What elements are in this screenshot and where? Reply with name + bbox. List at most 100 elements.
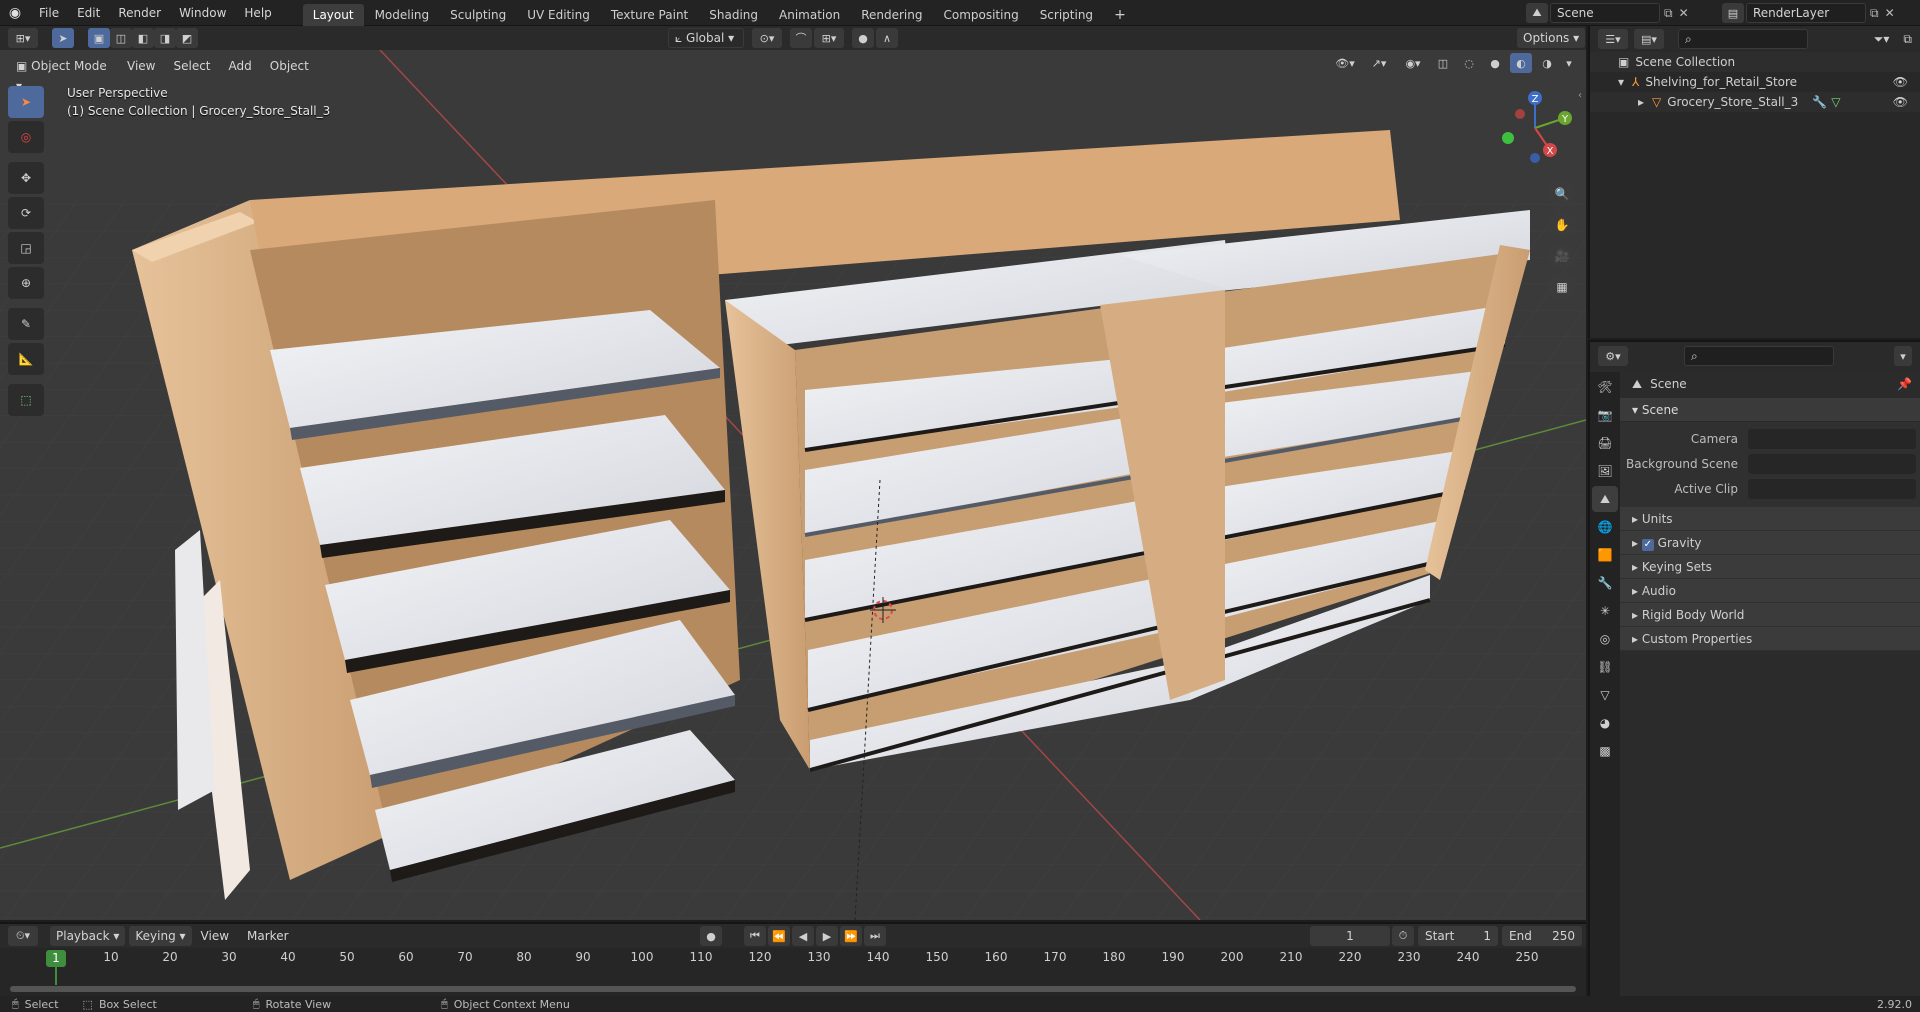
editor-type-icon[interactable]: ⊞▾ (8, 28, 38, 48)
camera-view-icon[interactable]: 🎥 (1548, 242, 1576, 270)
tab-sculpting[interactable]: Sculpting (440, 4, 516, 26)
custom-properties-panel-header[interactable]: ▸ Custom Properties (1620, 627, 1920, 651)
navigation-gizmo[interactable]: Z Y X (1490, 86, 1580, 166)
cursor-tool-icon[interactable]: ◎ (8, 121, 44, 153)
background-scene-field[interactable] (1748, 453, 1916, 474)
timeline-menu-view[interactable]: View (192, 923, 238, 949)
scene-tab-icon[interactable]: ⛰ (1592, 486, 1618, 512)
options-dropdown[interactable]: Options ▾ (1517, 28, 1586, 48)
jump-end-icon[interactable]: ⏭ (864, 926, 886, 946)
snap-target-icon[interactable]: ⊞▾ (814, 28, 844, 48)
tab-scripting[interactable]: Scripting (1030, 4, 1103, 26)
physics-tab-icon[interactable]: ◎ (1592, 626, 1618, 652)
overlay-icon[interactable]: ◉▾ (1398, 53, 1428, 73)
menu-file[interactable]: File (30, 0, 68, 26)
rigid-body-panel-header[interactable]: ▸ Rigid Body World (1620, 603, 1920, 627)
select-invert-icon[interactable]: ◨ (154, 28, 176, 48)
eye-icon[interactable]: 👁 (1893, 75, 1908, 89)
pivot-point-icon[interactable]: ⊙▾ (752, 28, 782, 48)
start-frame-field[interactable]: Start 1 (1418, 926, 1498, 946)
wrench-modifier-icon[interactable]: 🔧 (1812, 95, 1827, 109)
jump-start-icon[interactable]: ⏮ (744, 926, 766, 946)
next-keyframe-icon[interactable]: ⏩ (840, 926, 862, 946)
rotate-tool-icon[interactable]: ⟳ (8, 197, 44, 229)
collapse-arrow-icon[interactable]: ▸ (1638, 95, 1652, 109)
tab-modeling[interactable]: Modeling (365, 4, 440, 26)
proportional-edit-icon[interactable]: ● (852, 28, 874, 48)
properties-options-icon[interactable]: ▾ (1894, 346, 1912, 366)
visibility-icon[interactable]: 👁▾ (1330, 53, 1360, 73)
gizmo-icon[interactable]: ↗▾ (1364, 53, 1394, 73)
timeline-editor-icon[interactable]: ⏲▾ (8, 926, 38, 946)
texture-tab-icon[interactable]: ▩ (1592, 738, 1618, 764)
outliner-row-grocery-stall[interactable]: ▸ ▽ Grocery_Store_Stall_3 🔧 ▽ 👁 (1590, 92, 1920, 112)
zoom-icon[interactable]: 🔍 (1548, 180, 1576, 208)
constraints-tab-icon[interactable]: ⛓ (1592, 654, 1618, 680)
timeline-menu-marker[interactable]: Marker (238, 923, 297, 949)
particles-tab-icon[interactable]: ✳ (1592, 598, 1618, 624)
timeline-scrollbar[interactable] (10, 986, 1576, 992)
end-frame-field[interactable]: End 250 (1502, 926, 1582, 946)
tab-uv-editing[interactable]: UV Editing (517, 4, 600, 26)
menu-view[interactable]: View (118, 53, 164, 79)
scene-name-field[interactable]: Scene (1550, 3, 1660, 23)
scene-icon[interactable]: ⛰ (1526, 3, 1548, 23)
material-shading-icon[interactable]: ◐ (1510, 53, 1532, 73)
falloff-icon[interactable]: ∧ (876, 28, 898, 48)
delete-scene-icon[interactable]: ✕ (1679, 6, 1689, 20)
data-tab-icon[interactable]: ▽ (1592, 682, 1618, 708)
shading-options-icon[interactable]: ▾ (1562, 53, 1576, 73)
render-tab-icon[interactable]: 📷 (1592, 402, 1618, 428)
object-tab-icon[interactable]: 🟧 (1592, 542, 1618, 568)
keying-dropdown[interactable]: Keying ▾ (129, 926, 192, 946)
rendered-shading-icon[interactable]: ◑ (1536, 53, 1558, 73)
gravity-panel-header[interactable]: ▸ ✓ Gravity (1620, 531, 1920, 555)
menu-window[interactable]: Window (170, 0, 235, 26)
move-tool-icon[interactable]: ✥ (8, 162, 44, 194)
transform-orientation-dropdown[interactable]: ⟀ Global ▾ (668, 28, 744, 48)
output-tab-icon[interactable]: 🖨 (1592, 430, 1618, 456)
delete-view-layer-icon[interactable]: ✕ (1885, 6, 1895, 20)
timeline-area[interactable]: 10 20 30 40 50 60 70 80 90 100 110 120 130 140 150 160 1… (0, 948, 1586, 996)
pin-icon[interactable]: 📌 (1897, 377, 1912, 391)
record-icon[interactable]: ● (700, 926, 722, 946)
play-icon[interactable]: ▶ (816, 926, 838, 946)
modifier-tab-icon[interactable]: 🔧 (1592, 570, 1618, 596)
display-mode-icon[interactable]: ▤▾ (1634, 29, 1664, 49)
filter-icon[interactable]: ⏷▾ (1874, 32, 1890, 47)
current-frame-field[interactable]: 1 (1310, 926, 1390, 946)
menu-help[interactable]: Help (235, 0, 280, 26)
menu-object[interactable]: Object (261, 53, 318, 79)
transform-tool-icon[interactable]: ⊕ (8, 267, 44, 299)
tab-layout[interactable]: Layout (302, 3, 364, 26)
add-workspace-icon[interactable]: + (1104, 4, 1136, 26)
pan-hand-icon[interactable]: ✋ (1548, 211, 1576, 239)
select-tool-icon[interactable]: ➤ (52, 28, 74, 48)
tab-texture-paint[interactable]: Texture Paint (601, 4, 698, 26)
select-extend-icon[interactable]: ◫ (110, 28, 132, 48)
select-intersect-icon[interactable]: ◩ (176, 28, 198, 48)
playback-dropdown[interactable]: Playback ▾ (50, 926, 126, 946)
outliner-editor-icon[interactable]: ☰▾ (1598, 29, 1628, 49)
snap-icon[interactable]: ⌒ (790, 28, 812, 48)
active-clip-field[interactable] (1748, 478, 1916, 499)
annotate-tool-icon[interactable]: ✎ (8, 308, 44, 340)
scene-panel-header[interactable]: ▾ Scene (1620, 398, 1920, 422)
expand-arrow-icon[interactable]: ▾ (1618, 75, 1632, 89)
material-tab-icon[interactable]: ◕ (1592, 710, 1618, 736)
properties-editor-icon[interactable]: ⚙▾ (1598, 346, 1628, 366)
gizmo-neg-z[interactable] (1530, 153, 1540, 163)
measure-tool-icon[interactable]: 📐 (8, 343, 44, 375)
units-panel-header[interactable]: ▸ Units (1620, 507, 1920, 531)
camera-field[interactable] (1748, 428, 1916, 449)
audio-panel-header[interactable]: ▸ Audio (1620, 579, 1920, 603)
use-preview-range-icon[interactable]: ⏱ (1392, 926, 1414, 946)
gizmo-neg-x[interactable] (1515, 109, 1525, 119)
new-scene-icon[interactable]: ⧉ (1664, 6, 1673, 21)
menu-select[interactable]: Select (164, 53, 219, 79)
select-new-icon[interactable]: ▣ (88, 28, 110, 48)
tab-compositing[interactable]: Compositing (933, 4, 1028, 26)
xray-icon[interactable]: ◫ (1432, 53, 1454, 73)
new-collection-icon[interactable]: ⧉ (1903, 32, 1912, 47)
world-tab-icon[interactable]: 🌐 (1592, 514, 1618, 540)
